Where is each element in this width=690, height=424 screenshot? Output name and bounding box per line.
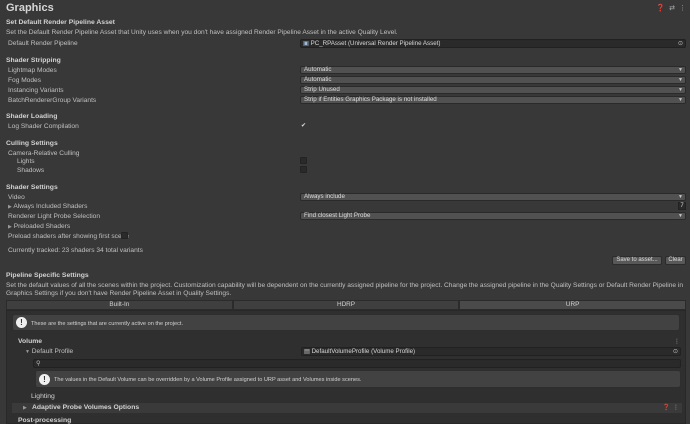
foldout-arrow-icon: ▶ (8, 204, 12, 210)
camera-relative-culling-label: Camera-Relative Culling (8, 150, 80, 157)
log-shader-compilation-label: Log Shader Compilation (8, 123, 79, 130)
lighting-heading: Lighting (31, 393, 55, 400)
fog-modes-dropdown[interactable]: Automatic ▼ (300, 76, 686, 84)
light-probe-selection-label: Renderer Light Probe Selection (8, 213, 101, 220)
culling-heading: Culling Settings (6, 140, 58, 147)
apv-options-row[interactable]: ▶ Adaptive Probe Volumes Options ❓ ⋮ (12, 403, 682, 413)
instancing-variants-label: Instancing Variants (8, 87, 64, 94)
more-icon[interactable]: ⋮ (679, 4, 686, 12)
default-profile-foldout[interactable]: ▼ Default Profile (25, 348, 73, 355)
culling-shadows-checkbox[interactable] (300, 166, 307, 173)
tab-hdrp[interactable]: HDRP (232, 300, 460, 310)
shader-stripping-heading: Shader Stripping (6, 57, 61, 64)
info-icon: ! (16, 317, 27, 328)
active-settings-notice: ! These are the settings that are curren… (12, 314, 680, 331)
fog-modes-label: Fog Modes (8, 77, 41, 84)
chevron-down-icon: ▼ (678, 87, 683, 93)
lightmap-modes-label: Lightmap Modes (8, 67, 57, 74)
preloaded-shaders-foldout[interactable]: ▶ Preloaded Shaders (8, 223, 70, 230)
volume-override-notice: ! The values in the Default Volume can b… (35, 370, 681, 388)
preload-after-label: Preload shaders after showing first scen… (8, 233, 129, 240)
brg-variants-value: Strip if Entities Graphics Package is no… (304, 96, 437, 103)
light-probe-selection-value: Find closest Light Probe (304, 212, 371, 219)
help-icon[interactable]: ❓ (656, 4, 665, 12)
brg-variants-label: BatchRendererGroup Variants (8, 97, 97, 104)
preload-after-checkbox[interactable] (121, 232, 128, 239)
foldout-arrow-icon: ▶ (8, 224, 12, 230)
window-title: Graphics (6, 2, 54, 14)
object-picker-icon[interactable]: ⊙ (678, 40, 683, 47)
more-icon[interactable]: ⋮ (674, 338, 680, 345)
volume-override-notice-text: The values in the Default Volume can be … (54, 377, 362, 383)
video-label: Video (8, 194, 25, 201)
default-rp-description: Set the Default Render Pipeline Asset th… (6, 29, 398, 36)
instancing-variants-value: Strip Unused (304, 86, 340, 93)
pipeline-panel: ! These are the settings that are curren… (6, 310, 686, 424)
default-profile-label: Default Profile (31, 348, 74, 355)
pipeline-settings-description: Set the default values of all the scenes… (6, 282, 683, 297)
default-rp-field[interactable]: ▣ PC_RPAsset (Universal Render Pipeline … (300, 39, 686, 48)
default-profile-value: DefaultVolumeProfile (Volume Profile) (311, 348, 416, 355)
active-settings-notice-text: These are the settings that are currentl… (31, 321, 184, 327)
clear-button[interactable]: Clear (665, 256, 686, 265)
post-processing-heading: Post-processing (18, 417, 72, 424)
default-rp-value: PC_RPAsset (Universal Render Pipeline As… (310, 40, 441, 47)
pipeline-settings-heading: Pipeline Specific Settings (6, 272, 89, 279)
default-rp-heading: Set Default Render Pipeline Asset (6, 19, 115, 26)
search-icon: ⚲ (36, 360, 41, 367)
preloaded-shaders-label: Preloaded Shaders (13, 223, 71, 230)
foldout-arrow-icon: ▼ (25, 349, 30, 355)
always-included-foldout[interactable]: ▶ Always Included Shaders (8, 203, 87, 210)
tracked-shaders-text: Currently tracked: 23 shaders 34 total v… (8, 247, 143, 254)
chevron-down-icon: ▼ (678, 97, 683, 103)
chevron-down-icon: ▼ (678, 194, 683, 200)
profile-search-input[interactable]: ⚲ (33, 359, 681, 368)
always-included-label: Always Included Shaders (13, 203, 88, 210)
chevron-down-icon: ▼ (678, 213, 683, 219)
video-dropdown[interactable]: Always include ▼ (300, 193, 686, 201)
light-probe-selection-dropdown[interactable]: Find closest Light Probe ▼ (300, 212, 686, 220)
tab-built-in[interactable]: Built-In (6, 300, 233, 310)
shader-loading-heading: Shader Loading (6, 113, 58, 120)
lightmap-modes-value: Automatic (304, 66, 332, 73)
culling-shadows-label: Shadows (17, 167, 45, 174)
chevron-down-icon: ▼ (678, 77, 683, 83)
apv-options-label: Adaptive Probe Volumes Options (32, 404, 140, 411)
lightmap-modes-dropdown[interactable]: Automatic ▼ (300, 66, 686, 74)
default-rp-label: Default Render Pipeline (8, 40, 78, 47)
volume-heading: Volume (18, 338, 43, 345)
asset-icon: ▣ (303, 40, 309, 47)
brg-variants-dropdown[interactable]: Strip if Entities Graphics Package is no… (300, 96, 686, 104)
video-value: Always include (304, 193, 345, 200)
shader-settings-heading: Shader Settings (6, 184, 58, 191)
fog-modes-value: Automatic (304, 76, 332, 83)
always-included-count[interactable]: 7 (678, 202, 686, 210)
tab-urp[interactable]: URP (459, 300, 687, 310)
culling-lights-checkbox[interactable] (300, 157, 307, 164)
chevron-down-icon: ▼ (678, 67, 683, 73)
help-icon[interactable]: ❓ (663, 404, 670, 411)
log-shader-compilation-checkbox[interactable]: ✔ (300, 123, 307, 130)
foldout-arrow-icon: ▶ (23, 405, 27, 411)
checkmark-icon: ✔ (300, 123, 307, 129)
default-profile-field[interactable]: ▤ DefaultVolumeProfile (Volume Profile) … (301, 347, 681, 356)
settings-icon[interactable]: ⇄ (669, 4, 675, 12)
culling-lights-label: Lights (17, 158, 35, 165)
header-icons: ❓ ⇄ ⋮ (656, 4, 686, 12)
save-to-asset-button[interactable]: Save to asset... (612, 256, 662, 265)
info-icon: ! (39, 374, 50, 385)
object-picker-icon[interactable]: ⊙ (673, 348, 678, 355)
pipeline-tabs: Built-In HDRP URP (6, 300, 687, 310)
instancing-variants-dropdown[interactable]: Strip Unused ▼ (300, 86, 686, 94)
more-icon[interactable]: ⋮ (673, 404, 679, 411)
volume-profile-icon: ▤ (304, 348, 310, 355)
